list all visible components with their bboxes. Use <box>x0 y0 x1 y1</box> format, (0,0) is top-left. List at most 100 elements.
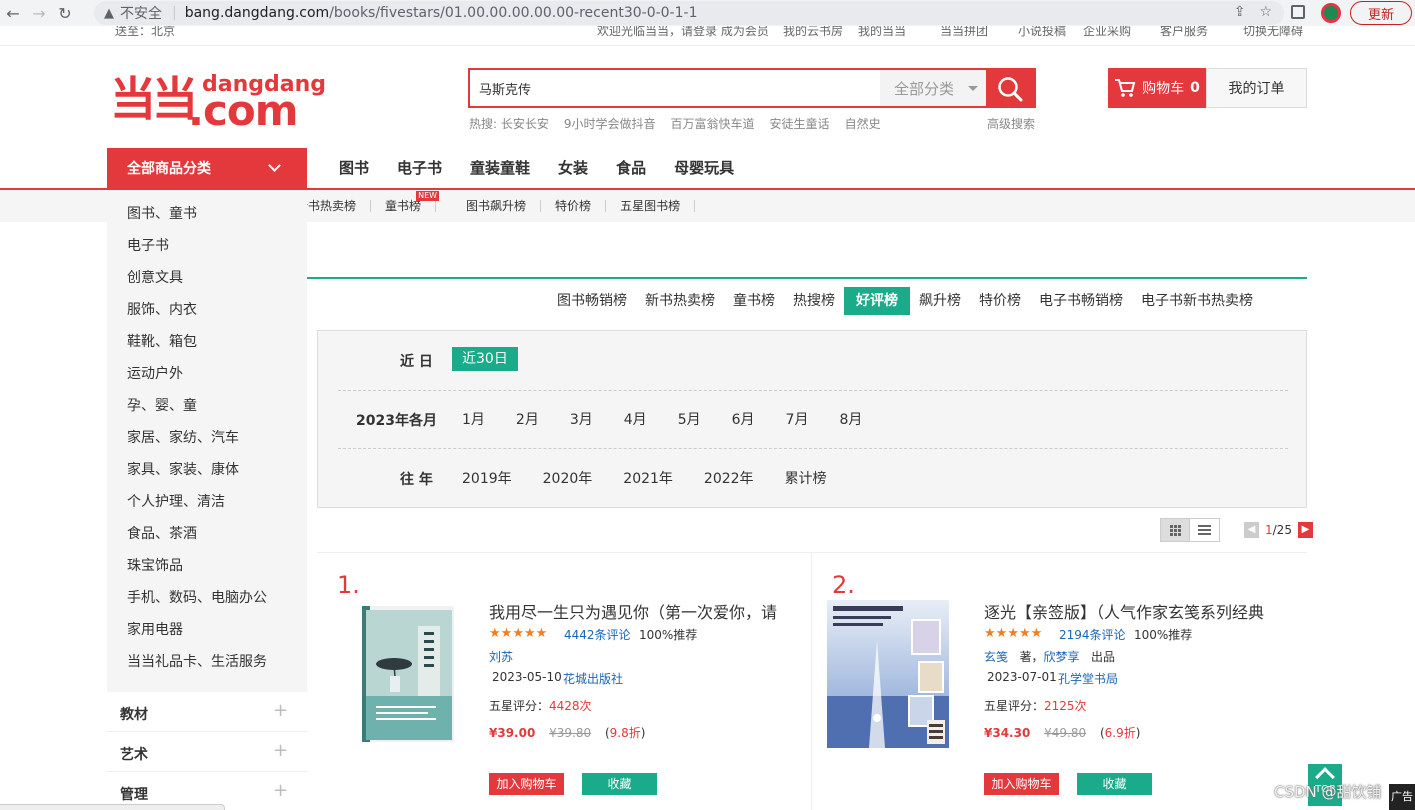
dangdang-logo[interactable]: 当当 dangdang .com <box>110 68 326 135</box>
expand-plus-icon[interactable]: + <box>273 700 288 721</box>
category-item[interactable]: 创意文具 <box>127 267 183 287</box>
list-view-button[interactable] <box>1190 518 1220 542</box>
tab-rising[interactable]: 飙升榜 <box>910 287 970 315</box>
tab-bestseller[interactable]: 图书畅销榜 <box>548 287 636 315</box>
top-link-cloud-study[interactable]: 我的云书房 <box>783 26 843 39</box>
book-cover-image[interactable] <box>362 606 454 742</box>
prev-page-button[interactable]: ◀ <box>1244 522 1259 538</box>
category-section-art[interactable]: 艺术 + <box>107 732 307 772</box>
category-item[interactable]: 图书、童书 <box>127 203 197 223</box>
category-item[interactable]: 鞋靴、箱包 <box>127 331 197 351</box>
tab-children[interactable]: 童书榜 <box>724 287 784 315</box>
nav-item-books[interactable]: 图书 <box>325 148 383 188</box>
category-item[interactable]: 珠宝饰品 <box>127 555 183 575</box>
profile-avatar[interactable] <box>1321 3 1341 23</box>
category-item[interactable]: 家居、家纺、汽车 <box>127 427 239 447</box>
product-title[interactable]: 逐光【亲签版】（人气作家玄笺系列经典 <box>984 599 1284 623</box>
hot-word[interactable]: 安徒生童话 <box>770 115 830 132</box>
top-link-accessibility[interactable]: 切换无障碍 <box>1243 26 1303 39</box>
nav-item-baby-toys[interactable]: 母婴玩具 <box>660 148 748 188</box>
tab-hot-search[interactable]: 热搜榜 <box>784 287 844 315</box>
back-icon[interactable]: ← <box>0 4 26 23</box>
category-item[interactable]: 家具、家装、康体 <box>127 459 239 479</box>
top-link-enterprise[interactable]: 企业采购 <box>1083 26 1131 39</box>
subnav-five-star[interactable]: 五星图书榜 <box>606 200 696 212</box>
category-item[interactable]: 食品、茶酒 <box>127 523 197 543</box>
top-link-my-dangdang[interactable]: 我的当当 <box>858 26 906 39</box>
delivery-location[interactable]: 送至：北京 <box>115 26 175 39</box>
search-input[interactable] <box>470 70 880 106</box>
address-bar[interactable]: ▲ 不安全 | bang.dangdang.com/books/fivestar… <box>94 1 1284 25</box>
sidebar-panel-icon[interactable] <box>1291 5 1305 19</box>
top-link-group-buy[interactable]: 当当拼团 <box>940 26 988 39</box>
category-item[interactable]: 服饰、内衣 <box>127 299 197 319</box>
search-button[interactable] <box>986 68 1036 108</box>
subnav-children-books[interactable]: 童书榜 NEW <box>371 191 440 212</box>
bookmark-star-icon[interactable]: ☆ <box>1259 4 1272 20</box>
ad-tag[interactable]: 广告 <box>1389 784 1415 810</box>
hot-word[interactable]: 自然史 <box>845 115 881 132</box>
expand-plus-icon[interactable]: + <box>273 740 288 761</box>
review-count-link[interactable]: 4442条评论 <box>564 626 631 643</box>
forward-icon[interactable]: → <box>26 4 52 23</box>
tab-good-reviews[interactable]: 好评榜 <box>844 287 910 315</box>
search-category-select[interactable]: 全部分类 <box>880 70 986 106</box>
author-link[interactable]: 玄笺 <box>984 650 1008 664</box>
filter-month[interactable]: 6月 <box>732 409 755 429</box>
category-item[interactable]: 家用电器 <box>127 619 183 639</box>
filter-month[interactable]: 3月 <box>570 409 593 429</box>
filter-month[interactable]: 7月 <box>786 409 809 429</box>
favorite-button[interactable]: 收藏 <box>1077 773 1152 795</box>
hot-word[interactable]: 长安长安 <box>501 117 549 131</box>
nav-item-kids-clothing[interactable]: 童装童鞋 <box>456 148 544 188</box>
category-item[interactable]: 运动户外 <box>127 363 183 383</box>
top-link-service[interactable]: 客户服务 <box>1160 26 1208 39</box>
nav-item-womens[interactable]: 女装 <box>544 148 602 188</box>
share-icon[interactable]: ⇪ <box>1234 4 1246 20</box>
update-button[interactable]: 更新 <box>1350 1 1412 25</box>
my-orders-button[interactable]: 我的订单 <box>1206 68 1307 108</box>
hot-word[interactable]: 9小时学会做抖音 <box>564 115 656 132</box>
filter-year[interactable]: 2019年 <box>462 468 512 488</box>
filter-month[interactable]: 5月 <box>678 409 701 429</box>
cart-button[interactable]: 购物车 0 <box>1108 68 1206 108</box>
subnav-bargain[interactable]: 特价榜 <box>541 200 607 212</box>
all-categories-button[interactable]: 全部商品分类 <box>107 148 307 188</box>
filter-year[interactable]: 2020年 <box>543 468 593 488</box>
filter-recent-30-days[interactable]: 近30日 <box>452 347 518 371</box>
category-item[interactable]: 个人护理、清洁 <box>127 491 225 511</box>
top-link-submit-novel[interactable]: 小说投稿 <box>1018 26 1066 39</box>
publisher-link[interactable]: 花城出版社 <box>563 670 623 687</box>
author-link[interactable]: 刘苏 <box>489 648 513 665</box>
tab-ebook-new[interactable]: 电子书新书热卖榜 <box>1132 287 1262 315</box>
filter-year[interactable]: 2021年 <box>623 468 673 488</box>
expand-plus-icon[interactable]: + <box>273 780 288 801</box>
nav-item-ebooks[interactable]: 电子书 <box>383 148 456 188</box>
review-count-link[interactable]: 2194条评论 <box>1059 626 1126 643</box>
add-to-cart-button[interactable]: 加入购物车 <box>984 773 1059 795</box>
filter-cumulative[interactable]: 累计榜 <box>785 468 827 488</box>
tab-new-books[interactable]: 新书热卖榜 <box>636 287 724 315</box>
publisher-link[interactable]: 孔学堂书局 <box>1058 670 1118 687</box>
filter-month[interactable]: 2月 <box>516 409 539 429</box>
hot-word[interactable]: 百万富翁快车道 <box>671 115 755 132</box>
subnav-new-books[interactable]: 新书热卖榜 <box>296 200 372 212</box>
advanced-search-link[interactable]: 高级搜索 <box>987 115 1035 132</box>
filter-month[interactable]: 4月 <box>624 409 647 429</box>
co-author-link[interactable]: 欣梦享 <box>1043 650 1079 664</box>
filter-month[interactable]: 8月 <box>839 409 862 429</box>
filter-year[interactable]: 2022年 <box>704 468 754 488</box>
category-item[interactable]: 孕、婴、童 <box>127 395 197 415</box>
category-item[interactable]: 手机、数码、电脑办公 <box>127 587 267 607</box>
category-item[interactable]: 当当礼品卡、生活服务 <box>127 651 267 671</box>
reload-icon[interactable]: ↻ <box>52 4 78 23</box>
next-page-button[interactable]: ▶ <box>1297 522 1313 538</box>
tab-ebook-bestseller[interactable]: 电子书畅销榜 <box>1030 287 1132 315</box>
filter-month[interactable]: 1月 <box>462 409 485 429</box>
grid-view-button[interactable] <box>1160 518 1190 542</box>
category-section-textbooks[interactable]: 教材 + <box>107 692 307 732</box>
tab-bargain[interactable]: 特价榜 <box>970 287 1030 315</box>
product-title[interactable]: 我用尽一生只为遇见你（第一次爱你，请 <box>489 599 789 623</box>
book-cover-image[interactable] <box>827 600 949 748</box>
nav-item-food[interactable]: 食品 <box>602 148 660 188</box>
